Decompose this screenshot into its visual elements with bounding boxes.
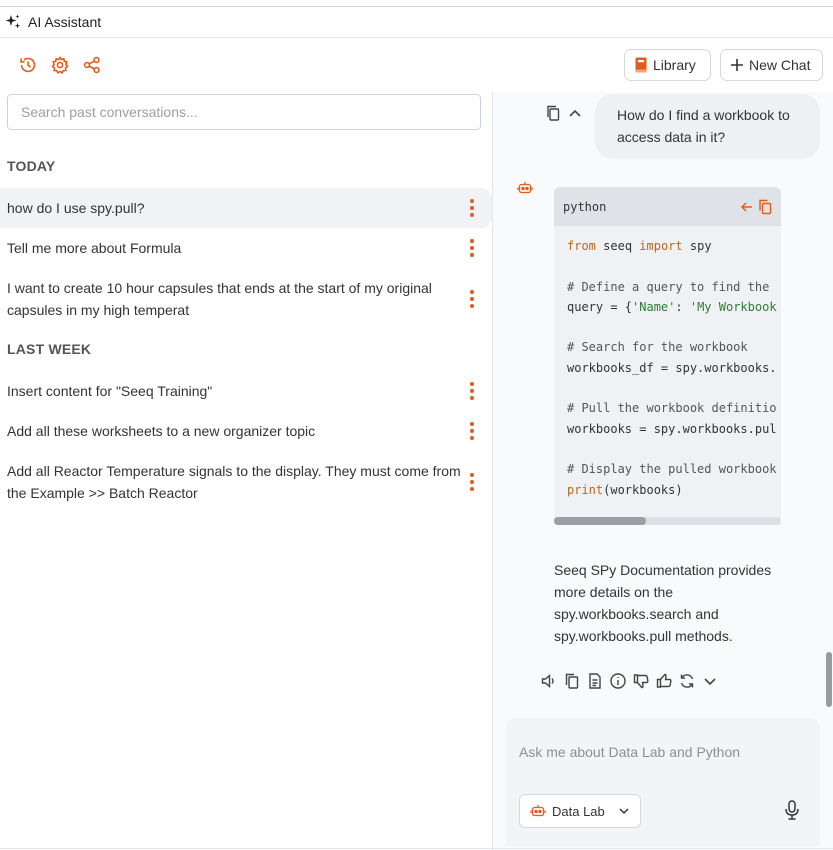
robot-icon — [530, 805, 546, 817]
chat-scrollbar[interactable] — [824, 92, 833, 708]
thumbs-down-icon[interactable] — [632, 672, 650, 690]
conversation-item[interactable]: how do I use spy.pull? — [0, 188, 492, 228]
user-message-actions — [545, 104, 583, 122]
code-line: ​ — [567, 378, 781, 398]
code-language: python — [563, 199, 607, 214]
conversation-item[interactable]: Tell me more about Formula — [0, 228, 492, 268]
gear-icon[interactable] — [50, 55, 70, 75]
code-block: python from seeq import spy ​ # Define a q… — [554, 187, 781, 525]
conversation-label: Tell me more about Formula — [7, 240, 182, 256]
new-chat-label: New Chat — [749, 57, 811, 73]
section-heading-today: TODAY — [7, 158, 56, 174]
conversation-label: how do I use spy.pull? — [7, 200, 145, 216]
conversation-label: Add all these worksheets to a new organi… — [7, 423, 316, 439]
copy-icon[interactable] — [758, 199, 772, 215]
user-message: How do I find a workbook to access data … — [595, 94, 820, 159]
code-line-text: query = {'Name': 'My Workbook — [567, 299, 777, 314]
code-header: python — [554, 187, 781, 226]
library-button[interactable]: Library — [624, 49, 711, 81]
speaker-icon[interactable] — [540, 672, 558, 690]
chevron-down-icon — [619, 808, 629, 815]
code-line-text: # Display the pulled workbook — [567, 462, 777, 477]
robot-icon — [517, 182, 533, 194]
mode-label: Data Lab — [552, 803, 605, 819]
code-line: print(workbooks) — [567, 480, 781, 500]
code-line-text: # Search for the workbook — [567, 340, 748, 355]
conversation-item[interactable]: Insert content for "Seeq Training" — [0, 371, 492, 411]
code-line: ​ — [567, 256, 781, 276]
composer[interactable]: Ask me about Data Lab and Python Data La… — [506, 718, 820, 846]
search-input[interactable] — [7, 94, 481, 130]
code-line: from seeq import spy — [567, 236, 781, 256]
code-line: query = {'Name': 'My Workbook — [567, 297, 781, 317]
info-icon[interactable] — [609, 672, 627, 690]
code-line: # Pull the workbook definitio — [567, 398, 781, 418]
window-title: AI Assistant — [28, 14, 102, 30]
code-line: workbooks = spy.workbooks.pul — [567, 419, 781, 439]
copy-icon[interactable] — [563, 672, 581, 690]
code-line-text: # Pull the workbook definitio — [567, 401, 777, 416]
window-bottom-border — [0, 848, 833, 849]
code-line-text: print(workbooks) — [567, 482, 683, 497]
code-line-text: from seeq import spy — [567, 239, 712, 253]
assistant-message: Seeq SPy Documentation provides more det… — [554, 562, 772, 644]
microphone-icon[interactable] — [783, 799, 801, 821]
title-bar: AI Assistant — [0, 7, 833, 38]
arrow-left-icon[interactable] — [740, 200, 754, 214]
message-actions — [540, 672, 719, 690]
mode-select[interactable]: Data Lab — [519, 794, 641, 828]
conversation-item[interactable]: I want to create 10 hour capsules that e… — [0, 268, 492, 330]
code-line: # Search for the workbook — [567, 337, 781, 357]
code-line: ​ — [567, 317, 781, 337]
conversation-item[interactable]: Add all Reactor Temperature signals to t… — [0, 451, 492, 513]
new-chat-button[interactable]: New Chat — [720, 49, 823, 81]
chevron-up-icon[interactable] — [567, 104, 583, 122]
chat-input[interactable]: Ask me about Data Lab and Python — [519, 744, 740, 760]
book-icon — [635, 57, 647, 73]
code-line-text: # Define a query to find the — [567, 279, 770, 294]
scrollbar-thumb[interactable] — [826, 652, 832, 707]
more-options-icon[interactable] — [469, 290, 475, 308]
thumbs-up-icon[interactable] — [655, 672, 673, 690]
code-line: workbooks_df = spy.workbooks. — [567, 358, 781, 378]
plus-icon — [731, 59, 743, 71]
document-icon[interactable] — [586, 672, 604, 690]
section-heading-last-week: LAST WEEK — [7, 341, 92, 357]
code-horizontal-scrollbar[interactable] — [554, 517, 781, 525]
library-label: Library — [653, 57, 696, 73]
conversation-label: I want to create 10 hour capsules that e… — [7, 280, 432, 318]
code-line-text: workbooks = spy.workbooks.pul — [567, 421, 777, 436]
more-options-icon[interactable] — [469, 473, 475, 491]
code-line-text: workbooks_df = spy.workbooks. — [567, 360, 777, 375]
share-icon[interactable] — [82, 55, 102, 75]
conversation-label: Add all Reactor Temperature signals to t… — [7, 463, 461, 501]
more-options-icon[interactable] — [469, 422, 475, 440]
code-line: # Define a query to find the — [567, 277, 781, 297]
copy-icon[interactable] — [545, 104, 561, 122]
conversation-item[interactable]: Add all these worksheets to a new organi… — [0, 411, 492, 451]
scrollbar-thumb[interactable] — [554, 517, 646, 525]
more-options-icon[interactable] — [469, 239, 475, 257]
toolbar: Library New Chat — [0, 38, 833, 92]
more-options-icon[interactable] — [469, 199, 475, 217]
conversation-label: Insert content for "Seeq Training" — [7, 383, 213, 399]
code-line: ​ — [567, 439, 781, 459]
more-options-icon[interactable] — [469, 382, 475, 400]
sparkle-icon — [5, 14, 21, 29]
code-body: from seeq import spy ​ # Define a query to… — [554, 226, 781, 500]
code-line: # Display the pulled workbook — [567, 459, 781, 479]
chevron-down-icon[interactable] — [701, 672, 719, 690]
refresh-icon[interactable] — [678, 672, 696, 690]
history-icon[interactable] — [18, 55, 38, 75]
